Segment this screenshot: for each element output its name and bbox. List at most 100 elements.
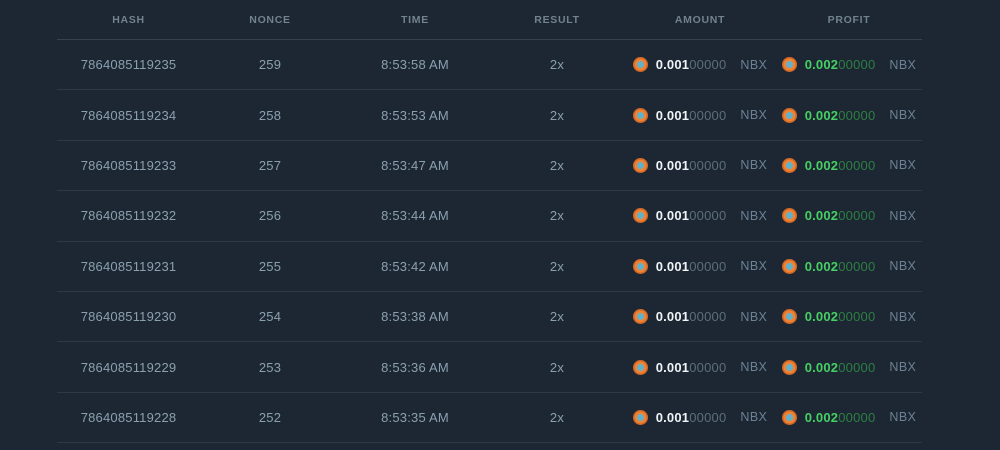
amount-trailing-zeros: 00000 bbox=[689, 208, 727, 224]
profit-currency-label: NBX bbox=[889, 259, 917, 274]
nbx-coin-icon bbox=[632, 57, 648, 73]
nbx-coin-icon bbox=[632, 258, 648, 274]
amount-currency-label: NBX bbox=[740, 360, 768, 375]
profit-currency-label: NBX bbox=[889, 208, 917, 223]
profit-value: 0.00200000 bbox=[805, 410, 876, 425]
table-row: 7864085119229 253 8:53:36 AM 2x 0.001000… bbox=[57, 342, 922, 393]
profit-cell: 0.00200000 NBX bbox=[776, 157, 922, 173]
column-header-profit: PROFIT bbox=[827, 13, 871, 26]
profit-main-digits: 0.002 bbox=[804, 208, 839, 224]
nonce-cell: 259 bbox=[258, 57, 282, 73]
result-cell: 2x bbox=[549, 157, 565, 173]
profit-cell: 0.00200000 NBX bbox=[776, 57, 922, 73]
table-row: 7864085119232 256 8:53:44 AM 2x 0.001000… bbox=[57, 191, 922, 242]
amount-trailing-zeros: 00000 bbox=[689, 107, 727, 123]
table-row: 7864085119230 254 8:53:38 AM 2x 0.001000… bbox=[57, 292, 922, 343]
nbx-coin-icon bbox=[632, 208, 648, 224]
result-cell: 2x bbox=[549, 57, 565, 73]
profit-main-digits: 0.002 bbox=[804, 258, 839, 274]
result-cell: 2x bbox=[549, 359, 565, 375]
amount-currency-label: NBX bbox=[740, 259, 768, 274]
profit-main-digits: 0.002 bbox=[804, 359, 839, 375]
nonce-cell: 253 bbox=[258, 359, 282, 375]
profit-cell: 0.00200000 NBX bbox=[776, 208, 922, 224]
nbx-coin-icon bbox=[781, 309, 797, 325]
profit-currency-label: NBX bbox=[889, 360, 917, 375]
nonce-cell: 258 bbox=[258, 107, 282, 123]
table-row: 7864085119233 257 8:53:47 AM 2x 0.001 000… bbox=[57, 141, 922, 192]
amount-currency-label: NBX bbox=[740, 208, 768, 223]
amount-value: 0.00100000 bbox=[656, 108, 727, 123]
time-cell: 8:53:47 AM bbox=[381, 157, 449, 173]
profit-value: 0.00200000 bbox=[805, 309, 876, 324]
amount-value: 0.00100000 bbox=[656, 360, 727, 375]
amount-value: 0.00100000 bbox=[656, 309, 727, 324]
nbx-coin-icon bbox=[781, 57, 797, 73]
result-cell: 2x bbox=[549, 309, 565, 325]
time-cell: 8:53:36 AM bbox=[381, 359, 449, 375]
amount-main-digits: 0.001 bbox=[655, 208, 690, 224]
amount-value: 0.00100000 bbox=[656, 208, 727, 223]
result-cell: 2x bbox=[549, 208, 565, 224]
profit-cell: 0.00200000 NBX bbox=[776, 309, 922, 325]
profit-cell: 0.00200000 NBX bbox=[776, 359, 922, 375]
hash-cell: 7864085119232 bbox=[80, 208, 177, 224]
nbx-coin-icon bbox=[632, 309, 648, 325]
nonce-cell: 257 bbox=[258, 157, 282, 173]
profit-main-digits: 0.002 bbox=[804, 107, 839, 123]
profit-currency-label: NBX bbox=[889, 108, 917, 123]
nonce-cell: 256 bbox=[258, 208, 282, 224]
nbx-coin-icon bbox=[781, 258, 797, 274]
profit-trailing-zeros: 00000 bbox=[838, 107, 876, 123]
table-body: 7864085119235 259 8:53:58 AM 2x 0.001000… bbox=[57, 40, 922, 444]
amount-main-digits: 0.001 bbox=[655, 157, 690, 173]
table-row: 7864085119231 255 8:53:42 AM 2x 0.001000… bbox=[57, 242, 922, 292]
amount-currency-label: NBX bbox=[740, 108, 768, 123]
amount-trailing-zeros: 00000 bbox=[689, 309, 727, 325]
column-header-result: RESULT bbox=[534, 13, 580, 26]
nbx-coin-icon bbox=[781, 157, 797, 173]
amount-trailing-zeros: 00000 bbox=[689, 57, 727, 73]
profit-trailing-zeros: 00000 bbox=[838, 309, 876, 325]
profit-trailing-zeros: 00000 bbox=[838, 57, 876, 73]
profit-currency-label: NBX bbox=[889, 410, 917, 425]
profit-value: 0.00200000 bbox=[805, 108, 876, 123]
nbx-coin-icon bbox=[632, 359, 648, 375]
column-header-nonce: NONCE bbox=[249, 13, 291, 26]
table-row: 7864085119235 259 8:53:58 AM 2x 0.001000… bbox=[57, 40, 922, 91]
time-cell: 8:53:38 AM bbox=[381, 309, 449, 325]
hash-cell: 7864085119233 bbox=[80, 157, 177, 173]
amount-trailing-zeros: 00000 bbox=[689, 258, 727, 274]
nonce-cell: 252 bbox=[258, 409, 282, 425]
profit-cell: 0.00200000 NBX bbox=[776, 409, 922, 425]
result-cell: 2x bbox=[549, 107, 565, 123]
result-cell: 2x bbox=[549, 258, 565, 274]
time-cell: 8:53:44 AM bbox=[381, 208, 449, 224]
nbx-coin-icon bbox=[781, 409, 797, 425]
nbx-coin-icon bbox=[632, 157, 648, 173]
amount-trailing-zeros: 00000 bbox=[689, 409, 727, 425]
profit-trailing-zeros: 00000 bbox=[838, 258, 876, 274]
nonce-cell: 254 bbox=[258, 309, 282, 325]
amount-value: 0.00100000 bbox=[656, 259, 727, 274]
time-cell: 8:53:42 AM bbox=[381, 258, 449, 274]
amount-cell: 0.00100000 NBX bbox=[624, 208, 776, 224]
nbx-coin-icon bbox=[632, 107, 648, 123]
table-row: 7864085119234 258 8:53:53 AM 2x 0.001000… bbox=[57, 90, 922, 141]
profit-cell: 0.00200000 NBX bbox=[776, 258, 922, 274]
amount-value: 0.00100000 bbox=[656, 57, 727, 72]
profit-trailing-zeros: 00000 bbox=[838, 359, 876, 375]
profit-value: 0.00200000 bbox=[805, 360, 876, 375]
amount-main-digits: 0.001 bbox=[655, 309, 690, 325]
profit-cell: 0.00200000 NBX bbox=[776, 107, 922, 123]
amount-currency-label: NBX bbox=[740, 309, 768, 324]
profit-trailing-zeros: 00000 bbox=[838, 157, 876, 173]
table-row: 7864085119228 252 8:53:35 AM 2x 0.001000… bbox=[57, 393, 922, 444]
amount-cell: 0.00100000 NBX bbox=[624, 57, 776, 73]
amount-main-digits: 0.001 bbox=[655, 57, 690, 73]
hash-cell: 7864085119234 bbox=[80, 107, 177, 123]
profit-value: 0.00200000 bbox=[805, 57, 876, 72]
amount-currency-label: NBX bbox=[740, 158, 768, 173]
amount-currency-label: NBX bbox=[740, 57, 768, 72]
time-cell: 8:53:58 AM bbox=[381, 57, 449, 73]
